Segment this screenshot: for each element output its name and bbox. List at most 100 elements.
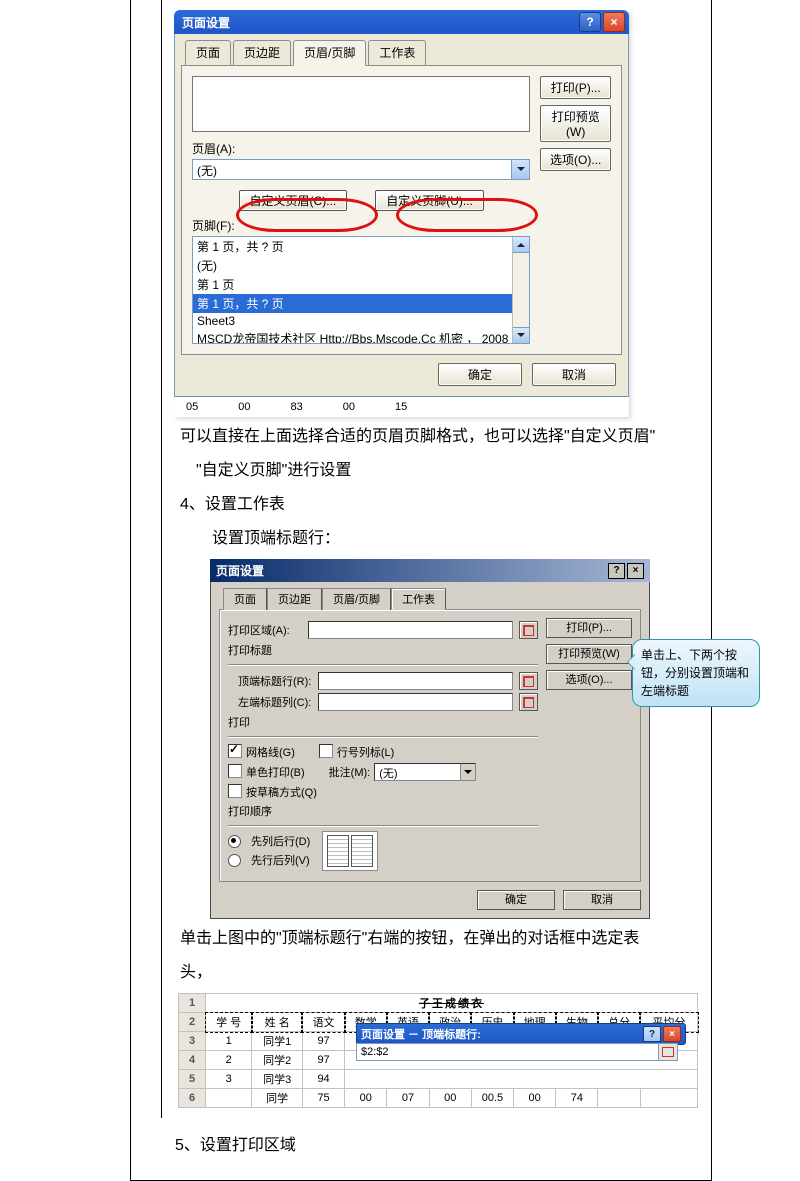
tab-sheet[interactable]: 工作表 bbox=[391, 588, 446, 610]
range-picker-icon[interactable] bbox=[519, 672, 538, 690]
list-item[interactable]: (无) bbox=[193, 256, 512, 275]
list-item-selected[interactable]: 第 1 页，共 ? 页 bbox=[193, 294, 512, 313]
cell[interactable]: 00 bbox=[429, 1089, 471, 1108]
left-cols-input[interactable] bbox=[318, 693, 513, 711]
top-rows-input[interactable] bbox=[318, 672, 513, 690]
chevron-down-icon[interactable] bbox=[460, 764, 475, 780]
cell[interactable]: 97 bbox=[302, 1032, 344, 1051]
rowcol-headings-checkbox[interactable] bbox=[319, 744, 333, 758]
custom-footer-button[interactable]: 自定义页脚(U)... bbox=[375, 190, 484, 211]
column-header[interactable]: 语文 bbox=[302, 1013, 344, 1032]
tab-margins[interactable]: 页边距 bbox=[233, 40, 291, 66]
page-setup-dialog-xp: 页面设置 ? × 页面 页边距 页眉/页脚 工作表 页眉 bbox=[174, 10, 629, 417]
cell[interactable]: 97 bbox=[302, 1051, 344, 1070]
close-button[interactable]: × bbox=[663, 1026, 681, 1042]
cell[interactable] bbox=[640, 1089, 697, 1108]
cell[interactable]: 00.5 bbox=[471, 1089, 513, 1108]
list-item[interactable]: MSCD龙帝国技术社区 Http://Bbs.Mscode.Cc 机密 ， 20… bbox=[193, 329, 512, 343]
tab-header-footer[interactable]: 页眉/页脚 bbox=[322, 588, 391, 610]
chevron-down-icon[interactable] bbox=[511, 160, 529, 179]
tab-page[interactable]: 页面 bbox=[223, 588, 267, 610]
cell[interactable]: 同学 bbox=[252, 1089, 303, 1108]
cell[interactable]: 同学3 bbox=[252, 1070, 303, 1089]
row-header[interactable]: 1 bbox=[179, 994, 206, 1013]
range-value: $2:$2 bbox=[357, 1044, 658, 1060]
dialog-title: 页面设置 bbox=[216, 562, 264, 579]
close-button[interactable]: × bbox=[627, 563, 644, 579]
collapsed-dialog-title: 页面设置 － 顶端标题行: bbox=[361, 1026, 481, 1042]
help-button[interactable]: ? bbox=[579, 12, 601, 32]
row-header[interactable]: 6 bbox=[179, 1089, 206, 1108]
help-button[interactable]: ? bbox=[643, 1026, 661, 1042]
tab-header-footer[interactable]: 页眉/页脚 bbox=[293, 40, 366, 66]
print-preview-button[interactable]: 打印预览(W) bbox=[540, 105, 611, 142]
over-then-down-radio[interactable] bbox=[228, 854, 241, 867]
row-header[interactable]: 5 bbox=[179, 1070, 206, 1089]
cell[interactable]: 75 bbox=[302, 1089, 344, 1108]
options-button[interactable]: 选项(O)... bbox=[546, 670, 632, 690]
row-header[interactable]: 3 bbox=[179, 1032, 206, 1051]
list-item[interactable]: 第 1 页 bbox=[193, 275, 512, 294]
tab-margins[interactable]: 页边距 bbox=[267, 588, 322, 610]
page-setup-dialog-classic: 页面设置 ? × 页面 页边距 页眉/页脚 工作表 bbox=[210, 559, 650, 919]
collapsed-dialog-titlebar[interactable]: 页面设置 － 顶端标题行: ? × bbox=[356, 1023, 686, 1045]
down-then-over-radio[interactable] bbox=[228, 835, 241, 848]
ok-button[interactable]: 确定 bbox=[477, 890, 555, 910]
cell[interactable]: 同学2 bbox=[252, 1051, 303, 1070]
tooltip-callout: 单击上、下两个按钮，分别设置顶端和左端标题 bbox=[632, 639, 760, 707]
comments-select[interactable]: (无) bbox=[374, 763, 476, 781]
print-area-input[interactable] bbox=[308, 621, 513, 639]
column-header[interactable]: 学 号 bbox=[206, 1013, 252, 1032]
print-button[interactable]: 打印(P)... bbox=[546, 618, 632, 638]
scroll-down-icon[interactable] bbox=[513, 327, 529, 343]
expand-dialog-icon[interactable] bbox=[658, 1044, 677, 1060]
cell[interactable]: 2 bbox=[206, 1051, 252, 1070]
tab-sheet[interactable]: 工作表 bbox=[368, 40, 426, 66]
cell[interactable]: 同学1 bbox=[252, 1032, 303, 1051]
ok-button[interactable]: 确定 bbox=[438, 363, 522, 386]
scrollbar[interactable] bbox=[512, 237, 529, 343]
cell[interactable]: 94 bbox=[302, 1070, 344, 1089]
page-order-icon bbox=[322, 831, 378, 871]
row-header[interactable]: 4 bbox=[179, 1051, 206, 1070]
body-text: 头， bbox=[180, 959, 701, 987]
cell[interactable] bbox=[206, 1089, 252, 1108]
close-button[interactable]: × bbox=[603, 12, 625, 32]
dialog-titlebar[interactable]: 页面设置 ? × bbox=[210, 559, 650, 582]
body-text: 可以直接在上面选择合适的页眉页脚格式，也可以选择"自定义页眉" bbox=[180, 423, 701, 451]
gridlines-checkbox[interactable] bbox=[228, 744, 242, 758]
cell[interactable] bbox=[598, 1089, 640, 1108]
footer-listbox[interactable]: 第 1 页，共 ? 页 (无) 第 1 页 第 1 页，共 ? 页 Sheet3… bbox=[192, 236, 530, 344]
cancel-button[interactable]: 取消 bbox=[532, 363, 616, 386]
cell[interactable]: 74 bbox=[556, 1089, 598, 1108]
range-picker-icon[interactable] bbox=[519, 693, 538, 711]
range-picker-icon[interactable] bbox=[519, 621, 538, 639]
scroll-up-icon[interactable] bbox=[513, 237, 529, 253]
draft-checkbox[interactable] bbox=[228, 784, 242, 798]
tab-panel: 页眉(A): (无) 自定义页眉(C)... 自定义页脚(U)... 页脚(F)… bbox=[181, 65, 622, 355]
print-button[interactable]: 打印(P)... bbox=[540, 76, 611, 99]
options-button[interactable]: 选项(O)... bbox=[540, 148, 611, 171]
cell[interactable]: 1 bbox=[206, 1032, 252, 1051]
cell[interactable]: 00 bbox=[345, 1089, 387, 1108]
tab-page[interactable]: 页面 bbox=[185, 40, 231, 66]
scroll-track[interactable] bbox=[513, 253, 529, 327]
cell[interactable]: 00 bbox=[514, 1089, 556, 1108]
header-select[interactable]: (无) bbox=[192, 159, 530, 180]
cell[interactable]: 07 bbox=[387, 1089, 429, 1108]
custom-header-button[interactable]: 自定义页眉(C)... bbox=[239, 190, 348, 211]
help-button[interactable]: ? bbox=[608, 563, 625, 579]
list-item[interactable]: Sheet3 bbox=[193, 313, 512, 329]
blackwhite-checkbox[interactable] bbox=[228, 764, 242, 778]
group-label: 打印 bbox=[228, 714, 538, 730]
row-header[interactable]: 2 bbox=[179, 1013, 206, 1032]
collapsed-dialog-input[interactable]: $2:$2 bbox=[356, 1043, 678, 1061]
column-header[interactable]: 姓 名 bbox=[252, 1013, 303, 1032]
dialog-titlebar[interactable]: 页面设置 ? × bbox=[174, 10, 629, 34]
tab-strip: 页面 页边距 页眉/页脚 工作表 bbox=[181, 40, 622, 66]
body-text: "自定义页脚"进行设置 bbox=[180, 457, 701, 485]
list-item[interactable]: 第 1 页，共 ? 页 bbox=[193, 237, 512, 256]
cell[interactable]: 3 bbox=[206, 1070, 252, 1089]
cancel-button[interactable]: 取消 bbox=[563, 890, 641, 910]
comments-label: 批注(M): bbox=[329, 764, 371, 780]
